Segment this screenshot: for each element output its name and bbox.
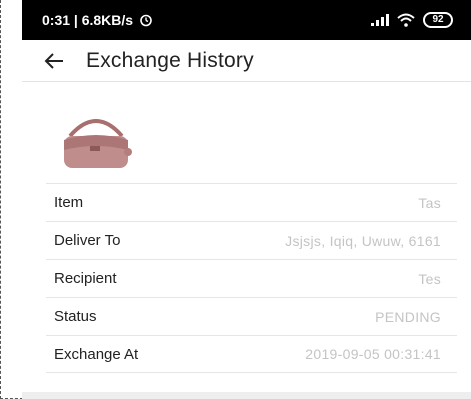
battery-indicator: 92 bbox=[423, 12, 453, 28]
page-title: Exchange History bbox=[86, 48, 254, 72]
status-right: 92 bbox=[371, 12, 453, 28]
detail-value: Jsjsjs, Iqiq, Uwuw, 6161 bbox=[285, 232, 441, 249]
detail-label: Exchange At bbox=[54, 345, 139, 363]
exchange-details: Item Tas Deliver To Jsjsjs, Iqiq, Uwuw, … bbox=[46, 183, 457, 373]
detail-row-status: Status PENDING bbox=[46, 297, 457, 335]
signal-icon bbox=[371, 14, 389, 26]
status-left: 0:31 | 6.8KB/s bbox=[42, 12, 153, 28]
status-time-speed: 0:31 | 6.8KB/s bbox=[42, 12, 134, 28]
wifi-icon bbox=[397, 13, 415, 27]
detail-label: Item bbox=[54, 194, 84, 211]
bottom-strip bbox=[22, 392, 471, 399]
detail-label: Recipient bbox=[54, 270, 117, 287]
detail-value: 2019-09-05 00:31:41 bbox=[305, 346, 441, 362]
alarm-icon bbox=[140, 14, 152, 27]
back-arrow-icon[interactable] bbox=[34, 41, 74, 81]
detail-value: Tes bbox=[418, 270, 441, 287]
detail-label: Status bbox=[54, 308, 97, 325]
detail-row-deliver-to: Deliver To Jsjsjs, Iqiq, Uwuw, 6161 bbox=[46, 221, 457, 259]
detail-row-recipient: Recipient Tes bbox=[46, 259, 457, 297]
detail-value: Tas bbox=[418, 194, 441, 211]
app-bar: Exchange History bbox=[22, 40, 471, 82]
status-badge: PENDING bbox=[375, 308, 441, 325]
detail-label: Deliver To bbox=[54, 232, 121, 249]
status-bar: 0:31 | 6.8KB/s 92 bbox=[22, 0, 471, 40]
detail-row-item: Item Tas bbox=[46, 183, 457, 221]
detail-row-exchange-at: Exchange At 2019-09-05 00:31:41 bbox=[46, 335, 457, 373]
handbag-image[interactable] bbox=[56, 112, 136, 174]
